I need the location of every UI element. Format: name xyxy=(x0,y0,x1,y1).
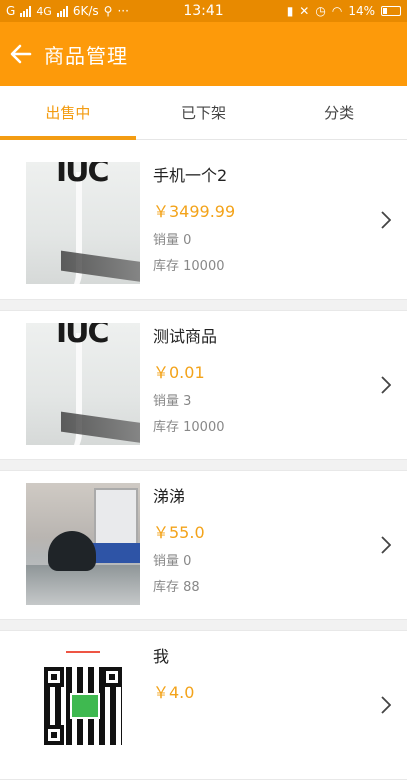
product-price: ￥3499.99 xyxy=(153,202,236,221)
product-sales: 销量 0 xyxy=(153,233,192,248)
product-name: 测试商品 xyxy=(153,327,218,346)
tab-off-shelf[interactable]: 已下架 xyxy=(136,86,272,139)
product-name: 手机一个2 xyxy=(153,166,228,185)
product-price: ￥0.01 xyxy=(153,363,205,382)
product-price: ￥4.0 xyxy=(153,683,195,702)
signal-icon-2 xyxy=(56,5,68,17)
wifi-icon: ◠ xyxy=(331,4,343,18)
product-image xyxy=(26,643,140,765)
product-item[interactable]: IUC 手机一个2 ￥3499.99 销量 0 库存 10000 xyxy=(0,140,407,300)
page-title: 商品管理 xyxy=(44,43,128,68)
tab-bar: 出售中 已下架 分类 xyxy=(0,86,407,140)
net-speed: 6K/s xyxy=(72,4,99,18)
battery-percent: 14% xyxy=(348,4,375,18)
chevron-right-icon[interactable] xyxy=(381,210,391,229)
battery-icon xyxy=(381,6,401,16)
signal-icon xyxy=(20,5,32,17)
product-image: IUC xyxy=(26,162,140,284)
chevron-right-icon[interactable] xyxy=(381,376,391,394)
product-price: ￥55.0 xyxy=(153,523,205,542)
product-item[interactable]: IUC 测试商品 ￥0.01 销量 3 库存 10000 xyxy=(0,310,407,460)
product-stock: 库存 10000 xyxy=(153,259,225,274)
tab-categories[interactable]: 分类 xyxy=(271,86,407,139)
product-list: IUC 手机一个2 ￥3499.99 销量 0 库存 10000 IUC 测试商… xyxy=(0,140,407,780)
network-label: 4G xyxy=(36,4,52,18)
chevron-right-icon[interactable] xyxy=(381,696,391,714)
tab-on-sale[interactable]: 出售中 xyxy=(0,86,136,140)
alarm-icon: ◷ xyxy=(315,4,326,18)
product-stock: 库存 10000 xyxy=(153,420,225,435)
product-image xyxy=(26,483,140,605)
usb-icon: ⚲ xyxy=(103,4,113,18)
mute-icon: ✕ xyxy=(299,4,310,18)
carrier-label: G xyxy=(6,4,16,18)
product-item[interactable]: 我 ￥4.0 xyxy=(0,630,407,780)
product-sales: 销量 0 xyxy=(153,554,192,569)
product-item[interactable]: 涕涕 ￥55.0 销量 0 库存 88 xyxy=(0,470,407,620)
arrow-left-icon xyxy=(10,44,32,64)
product-sales: 销量 3 xyxy=(153,394,192,409)
product-name: 涕涕 xyxy=(153,487,186,506)
status-bar: G 4G 6K/s ⚲ ··· 13:41 ▮ ✕ ◷ ◠ 14% xyxy=(0,0,407,22)
product-stock: 库存 88 xyxy=(153,580,200,595)
app-header: 商品管理 xyxy=(0,22,407,86)
sim-icon: ▮ xyxy=(286,4,294,18)
product-image: IUC xyxy=(26,323,140,445)
chevron-right-icon[interactable] xyxy=(381,536,391,554)
product-name: 我 xyxy=(153,647,170,666)
more-notifications-icon: ··· xyxy=(117,4,129,18)
back-button[interactable] xyxy=(8,41,34,67)
